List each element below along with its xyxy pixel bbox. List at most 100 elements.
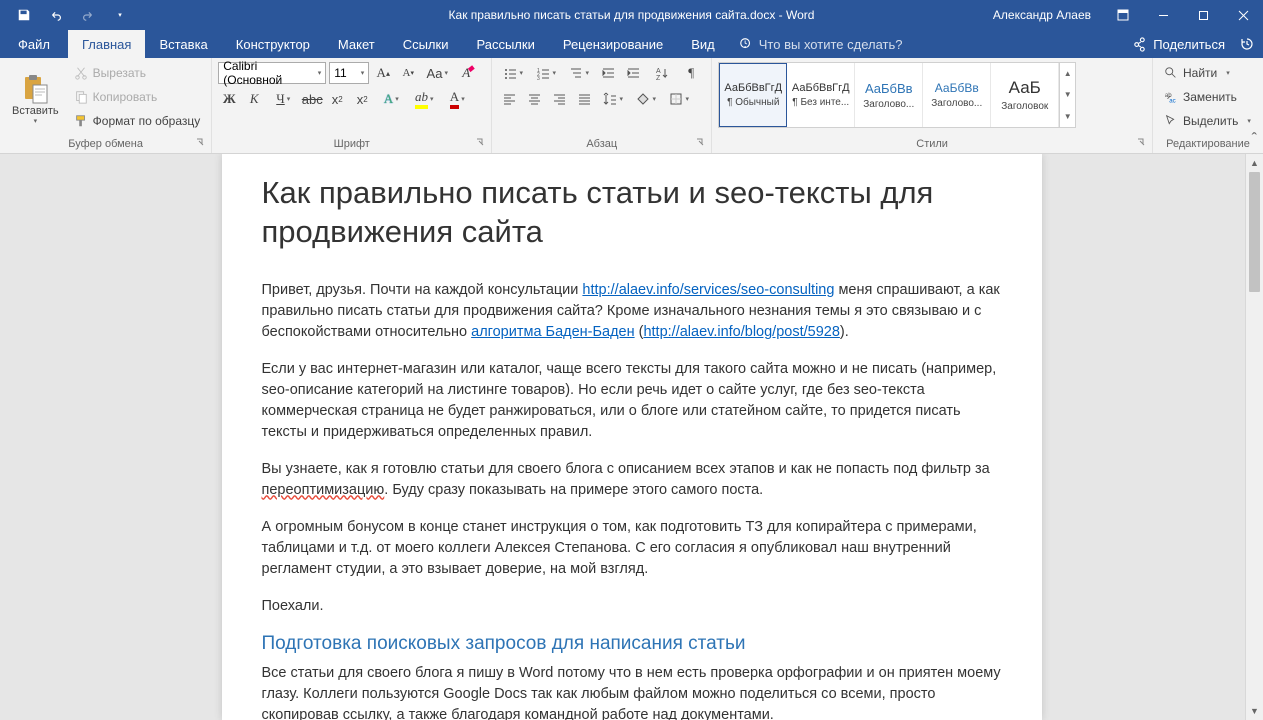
borders-button[interactable]: ▾ (664, 88, 694, 110)
group-clipboard: Вставить ▾ Вырезать Копировать Формат по… (0, 58, 212, 153)
tab-insert[interactable]: Вставка (145, 30, 221, 58)
doc-paragraph[interactable]: Привет, друзья. Почти на каждой консульт… (262, 280, 1002, 343)
hyperlink[interactable]: http://alaev.info/blog/post/5928 (643, 324, 839, 340)
style-normal[interactable]: АаБбВвГгД ¶ Обычный (719, 63, 787, 127)
group-styles-label: Стили (718, 136, 1146, 153)
window-title: Как правильно писать статьи для продвиже… (449, 8, 815, 22)
strikethrough-button[interactable]: abc (301, 88, 323, 110)
paste-button[interactable]: Вставить ▾ (6, 62, 65, 136)
shading-button[interactable]: ▾ (631, 88, 661, 110)
subscript-button[interactable]: x2 (326, 88, 348, 110)
replace-button[interactable]: abac Заменить (1159, 86, 1257, 108)
multilevel-button[interactable]: ▾ (564, 62, 594, 84)
redo-button[interactable] (72, 0, 104, 30)
show-marks-button[interactable]: ¶ (680, 62, 702, 84)
doc-paragraph[interactable]: Если у вас интернет-магазин или каталог,… (262, 359, 1002, 443)
share-button[interactable]: Поделиться (1132, 37, 1225, 52)
close-button[interactable] (1223, 0, 1263, 30)
gallery-down[interactable]: ▼ (1060, 84, 1075, 105)
gallery-more[interactable]: ▼ (1060, 106, 1075, 127)
tab-home[interactable]: Главная (68, 30, 145, 58)
tab-review[interactable]: Рецензирование (549, 30, 677, 58)
style-heading2[interactable]: АаБбВв Заголово... (923, 63, 991, 127)
cut-button[interactable]: Вырезать (69, 62, 206, 84)
minimize-button[interactable] (1143, 0, 1183, 30)
spellcheck-error[interactable]: переоптимизацию (262, 482, 385, 498)
align-center-button[interactable] (523, 88, 545, 110)
doc-heading[interactable]: Как правильно писать статьи и seo-тексты… (262, 174, 1002, 252)
style-heading1[interactable]: АаБбВв Заголово... (855, 63, 923, 127)
italic-button[interactable]: К (243, 88, 265, 110)
style-title[interactable]: АаБ Заголовок (991, 63, 1059, 127)
styles-gallery[interactable]: АаБбВвГгД ¶ Обычный АаБбВвГгД ¶ Без инте… (718, 62, 1076, 128)
undo-button[interactable] (40, 0, 72, 30)
doc-paragraph[interactable]: Все статьи для своего блога я пишу в Wor… (262, 663, 1002, 720)
group-font: Calibri (Основной▾ 11▾ A▴ A▾ Aa▾ A◆ Ж К … (212, 58, 492, 153)
user-name[interactable]: Александр Алаев (981, 8, 1103, 22)
bullets-button[interactable]: ▾ (498, 62, 528, 84)
align-right-button[interactable] (548, 88, 570, 110)
superscript-button[interactable]: x2 (351, 88, 373, 110)
scroll-down-button[interactable]: ▼ (1246, 702, 1263, 720)
tab-mailings[interactable]: Рассылки (462, 30, 548, 58)
gallery-up[interactable]: ▲ (1060, 63, 1075, 84)
svg-text:ac: ac (1169, 97, 1175, 104)
change-case-button[interactable]: Aa▾ (422, 62, 452, 84)
decrease-indent-button[interactable] (597, 62, 619, 84)
maximize-button[interactable] (1183, 0, 1223, 30)
find-button[interactable]: Найти▾ (1159, 62, 1257, 84)
clear-formatting-button[interactable]: A◆ (455, 62, 477, 84)
paragraph-dialog-launcher[interactable] (695, 137, 707, 149)
doc-heading2[interactable]: Подготовка поисковых запросов для написа… (262, 633, 1002, 655)
page[interactable]: Как правильно писать статьи и seo-тексты… (222, 154, 1042, 720)
font-size-combo[interactable]: 11▾ (329, 62, 369, 84)
tab-design[interactable]: Конструктор (222, 30, 324, 58)
save-button[interactable] (8, 0, 40, 30)
tab-layout[interactable]: Макет (324, 30, 389, 58)
copy-button[interactable]: Копировать (69, 86, 206, 108)
underline-button[interactable]: Ч▾ (268, 88, 298, 110)
line-spacing-button[interactable]: ▾ (598, 88, 628, 110)
tab-view[interactable]: Вид (677, 30, 729, 58)
select-button[interactable]: Выделить▾ (1159, 110, 1257, 132)
align-left-button[interactable] (498, 88, 520, 110)
hyperlink[interactable]: http://alaev.info/services/seo-consultin… (582, 282, 834, 298)
group-editing-label: Редактирование (1159, 136, 1257, 153)
text-effects-button[interactable]: A▾ (376, 88, 406, 110)
font-color-button[interactable]: A▾ (442, 88, 472, 110)
hyperlink[interactable]: алгоритма Баден-Баден (471, 324, 634, 340)
titlebar: ▾ Как правильно писать статьи для продви… (0, 0, 1263, 30)
clipboard-dialog-launcher[interactable] (195, 137, 207, 149)
tab-references[interactable]: Ссылки (389, 30, 463, 58)
doc-paragraph[interactable]: Вы узнаете, как я готовлю статьи для сво… (262, 459, 1002, 501)
group-paragraph-label: Абзац (498, 136, 705, 153)
scroll-up-button[interactable]: ▲ (1246, 154, 1263, 172)
scroll-thumb[interactable] (1249, 172, 1260, 292)
sort-button[interactable]: AZ (647, 62, 677, 84)
tell-me-search[interactable]: Что вы хотите сделать? (739, 30, 903, 58)
collapse-ribbon-button[interactable]: ˆ (1252, 131, 1257, 149)
group-font-label: Шрифт (218, 136, 485, 153)
group-clipboard-label: Буфер обмена (6, 136, 205, 153)
styles-dialog-launcher[interactable] (1136, 137, 1148, 149)
ribbon-tabs: Файл Главная Вставка Конструктор Макет С… (0, 30, 1263, 58)
ribbon-display-button[interactable] (1103, 0, 1143, 30)
font-name-combo[interactable]: Calibri (Основной▾ (218, 62, 326, 84)
qat-customize[interactable]: ▾ (104, 0, 136, 30)
doc-paragraph[interactable]: А огромным бонусом в конце станет инстру… (262, 517, 1002, 580)
tab-file[interactable]: Файл (0, 30, 68, 58)
justify-button[interactable] (573, 88, 595, 110)
font-dialog-launcher[interactable] (475, 137, 487, 149)
history-button[interactable] (1239, 36, 1255, 52)
shrink-font-button[interactable]: A▾ (397, 62, 419, 84)
format-painter-button[interactable]: Формат по образцу (69, 110, 206, 132)
bold-button[interactable]: Ж (218, 88, 240, 110)
highlight-button[interactable]: ab▾ (409, 88, 439, 110)
svg-text:A: A (656, 68, 661, 75)
vertical-scrollbar[interactable]: ▲ ▼ (1245, 154, 1263, 720)
grow-font-button[interactable]: A▴ (372, 62, 394, 84)
numbering-button[interactable]: 123▾ (531, 62, 561, 84)
increase-indent-button[interactable] (622, 62, 644, 84)
doc-paragraph[interactable]: Поехали. (262, 596, 1002, 617)
style-no-spacing[interactable]: АаБбВвГгД ¶ Без инте... (787, 63, 855, 127)
